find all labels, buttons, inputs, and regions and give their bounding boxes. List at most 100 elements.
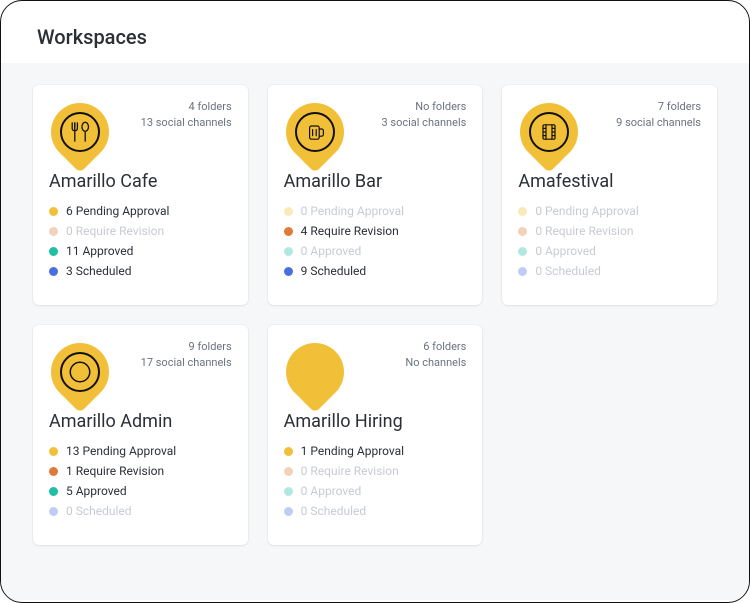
status-list: 0 Pending Approval 4 Require Revision 0 … xyxy=(284,204,467,278)
status-dot xyxy=(518,207,527,216)
workspaces-window: { "header": { "title": "Workspaces" }, "… xyxy=(0,0,750,603)
card-header: 4 folders 13 social channels xyxy=(49,99,232,161)
status-row: 1 Pending Approval xyxy=(284,444,467,458)
status-row: 13 Pending Approval xyxy=(49,444,232,458)
card-meta: 4 folders 13 social channels xyxy=(141,99,232,131)
workspace-card[interactable]: 9 folders 17 social channels Amarillo Ad… xyxy=(33,325,248,545)
status-label: 3 Scheduled xyxy=(66,264,132,278)
workspace-card[interactable]: No folders 3 social channels Amarillo Ba… xyxy=(268,85,483,305)
status-row: 0 Scheduled xyxy=(284,504,467,518)
status-label: 4 Require Revision xyxy=(301,224,399,238)
status-label: 0 Scheduled xyxy=(66,504,132,518)
workspace-marker xyxy=(39,331,121,413)
status-dot xyxy=(284,247,293,256)
status-label: 0 Approved xyxy=(535,244,596,258)
status-dot xyxy=(284,227,293,236)
status-label: 0 Approved xyxy=(301,244,362,258)
status-row: 0 Approved xyxy=(284,484,467,498)
workspace-grid: 4 folders 13 social channels Amarillo Ca… xyxy=(33,85,717,545)
workspace-card[interactable]: 6 folders No channels Amarillo Hiring 1 … xyxy=(268,325,483,545)
workspace-title: Amarillo Cafe xyxy=(49,171,232,192)
workspace-title: Amarillo Admin xyxy=(49,411,232,432)
status-dot xyxy=(49,267,58,276)
film-strip-icon xyxy=(529,112,569,152)
workspace-title: Amafestival xyxy=(518,171,701,192)
status-row: 0 Pending Approval xyxy=(284,204,467,218)
channels-count: 3 social channels xyxy=(382,115,467,131)
status-row: 0 Require Revision xyxy=(284,464,467,478)
card-header: 6 folders No channels xyxy=(284,339,467,401)
status-dot xyxy=(284,267,293,276)
status-label: 9 Scheduled xyxy=(301,264,367,278)
card-header: No folders 3 social channels xyxy=(284,99,467,161)
status-dot xyxy=(49,467,58,476)
workspace-card[interactable]: 4 folders 13 social channels Amarillo Ca… xyxy=(33,85,248,305)
status-row: 1 Require Revision xyxy=(49,464,232,478)
status-dot xyxy=(49,447,58,456)
status-label: 0 Pending Approval xyxy=(301,204,404,218)
page-title: Workspaces xyxy=(37,25,713,49)
status-row: 0 Pending Approval xyxy=(518,204,701,218)
status-label: 0 Pending Approval xyxy=(535,204,638,218)
workspace-title: Amarillo Bar xyxy=(284,171,467,192)
card-header: 7 folders 9 social channels xyxy=(518,99,701,161)
status-dot xyxy=(49,227,58,236)
status-dot xyxy=(518,227,527,236)
status-dot xyxy=(284,207,293,216)
status-dot xyxy=(49,487,58,496)
status-row: 0 Scheduled xyxy=(518,264,701,278)
status-dot xyxy=(49,207,58,216)
status-row: 4 Require Revision xyxy=(284,224,467,238)
status-label: 1 Require Revision xyxy=(66,464,164,478)
status-label: 0 Require Revision xyxy=(66,224,164,238)
blank-icon xyxy=(295,352,335,392)
card-meta: 9 folders 17 social channels xyxy=(141,339,232,371)
status-label: 6 Pending Approval xyxy=(66,204,169,218)
status-label: 0 Approved xyxy=(301,484,362,498)
workspace-marker xyxy=(508,91,590,173)
folders-count: 7 folders xyxy=(616,99,701,115)
status-label: 0 Require Revision xyxy=(535,224,633,238)
status-label: 0 Scheduled xyxy=(301,504,367,518)
status-row: 9 Scheduled xyxy=(284,264,467,278)
workspace-title: Amarillo Hiring xyxy=(284,411,467,432)
channels-count: 9 social channels xyxy=(616,115,701,131)
status-list: 13 Pending Approval 1 Require Revision 5… xyxy=(49,444,232,518)
beer-mug-icon xyxy=(295,112,335,152)
status-dot xyxy=(284,507,293,516)
status-dot xyxy=(518,267,527,276)
status-label: 0 Require Revision xyxy=(301,464,399,478)
workspace-card[interactable]: 7 folders 9 social channels Amafestival … xyxy=(502,85,717,305)
status-row: 0 Scheduled xyxy=(49,504,232,518)
status-label: 0 Scheduled xyxy=(535,264,601,278)
status-row: 0 Require Revision xyxy=(49,224,232,238)
workspace-marker xyxy=(39,91,121,173)
content-area: 4 folders 13 social channels Amarillo Ca… xyxy=(1,63,749,600)
card-meta: 6 folders No channels xyxy=(405,339,466,371)
plate-icon xyxy=(60,352,100,392)
status-dot xyxy=(49,507,58,516)
folders-count: 6 folders xyxy=(405,339,466,355)
status-row: 3 Scheduled xyxy=(49,264,232,278)
folders-count: No folders xyxy=(382,99,467,115)
status-row: 11 Approved xyxy=(49,244,232,258)
status-row: 0 Approved xyxy=(518,244,701,258)
workspace-marker xyxy=(274,91,356,173)
channels-count: 13 social channels xyxy=(141,115,232,131)
folders-count: 9 folders xyxy=(141,339,232,355)
status-label: 13 Pending Approval xyxy=(66,444,176,458)
card-header: 9 folders 17 social channels xyxy=(49,339,232,401)
card-meta: No folders 3 social channels xyxy=(382,99,467,131)
status-dot xyxy=(284,487,293,496)
status-row: 5 Approved xyxy=(49,484,232,498)
status-list: 0 Pending Approval 0 Require Revision 0 … xyxy=(518,204,701,278)
status-dot xyxy=(284,467,293,476)
folders-count: 4 folders xyxy=(141,99,232,115)
channels-count: No channels xyxy=(405,355,466,371)
status-label: 1 Pending Approval xyxy=(301,444,404,458)
status-dot xyxy=(284,447,293,456)
card-meta: 7 folders 9 social channels xyxy=(616,99,701,131)
status-list: 1 Pending Approval 0 Require Revision 0 … xyxy=(284,444,467,518)
header: Workspaces xyxy=(1,1,749,63)
status-dot xyxy=(518,247,527,256)
